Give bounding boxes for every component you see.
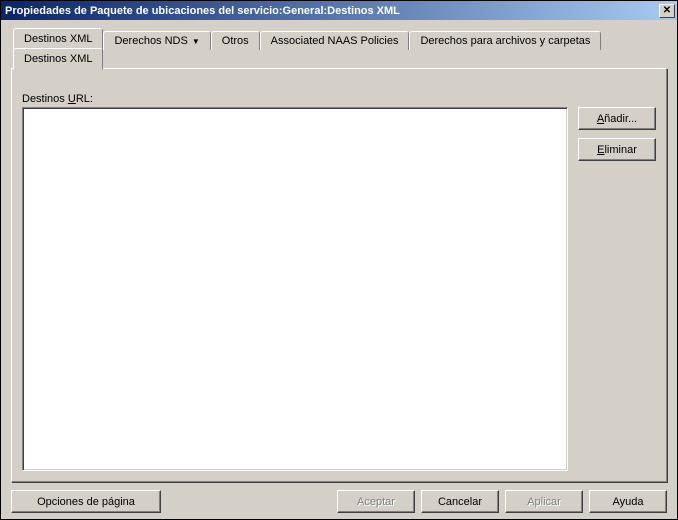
tabstrip-sub: Destinos XML xyxy=(11,48,667,69)
destinos-url-listbox[interactable] xyxy=(22,107,568,471)
page-options-button[interactable]: Opciones de página xyxy=(11,490,161,513)
titlebar: Propiedades de Paquete de ubicaciones de… xyxy=(1,1,677,20)
window-title: Propiedades de Paquete de ubicaciones de… xyxy=(5,5,400,17)
button-label: Aplicar xyxy=(527,496,561,508)
remove-button[interactable]: Eliminar xyxy=(578,138,656,161)
add-button[interactable]: Añadir... xyxy=(578,107,656,130)
properties-window: Propiedades de Paquete de ubicaciones de… xyxy=(0,0,678,520)
chevron-down-icon: ▼ xyxy=(192,37,200,46)
button-label: Cancelar xyxy=(438,496,482,508)
button-label: Ayuda xyxy=(613,496,644,508)
help-button[interactable]: Ayuda xyxy=(589,490,667,513)
client-area: Destinos XML Derechos NDS ▼ Otros Associa… xyxy=(1,20,677,519)
tabstrip-main: Destinos XML Derechos NDS ▼ Otros Associa… xyxy=(11,28,667,49)
cancel-button[interactable]: Cancelar xyxy=(421,490,499,513)
tab-label: Derechos para archivos y carpetas xyxy=(420,35,590,47)
button-label: Aceptar xyxy=(357,496,395,508)
tab-label: Destinos XML xyxy=(24,33,92,45)
tab-label: Associated NAAS Policies xyxy=(271,35,399,47)
destinos-url-label: Destinos URL: xyxy=(22,93,656,105)
dialog-button-bar: Opciones de página Aceptar Cancelar Apli… xyxy=(11,482,667,513)
tab-panel: Destinos URL: Añadir... Eliminar xyxy=(11,68,667,482)
tab-destinos-xml[interactable]: Destinos XML xyxy=(13,28,103,50)
titlebar-buttons: ✕ xyxy=(655,2,677,20)
ok-button[interactable]: Aceptar xyxy=(337,490,415,513)
button-label: Opciones de página xyxy=(37,496,135,508)
apply-button[interactable]: Aplicar xyxy=(505,490,583,513)
side-buttons: Añadir... Eliminar xyxy=(578,107,656,471)
tab-label: Destinos XML xyxy=(24,53,92,65)
tab-label: Otros xyxy=(222,35,249,47)
close-button[interactable]: ✕ xyxy=(659,4,675,18)
panel-inner: Añadir... Eliminar xyxy=(22,107,656,471)
tab-label: Derechos NDS xyxy=(114,35,187,47)
subtab-destinos-xml[interactable]: Destinos XML xyxy=(13,48,103,70)
close-icon: ✕ xyxy=(663,5,671,16)
